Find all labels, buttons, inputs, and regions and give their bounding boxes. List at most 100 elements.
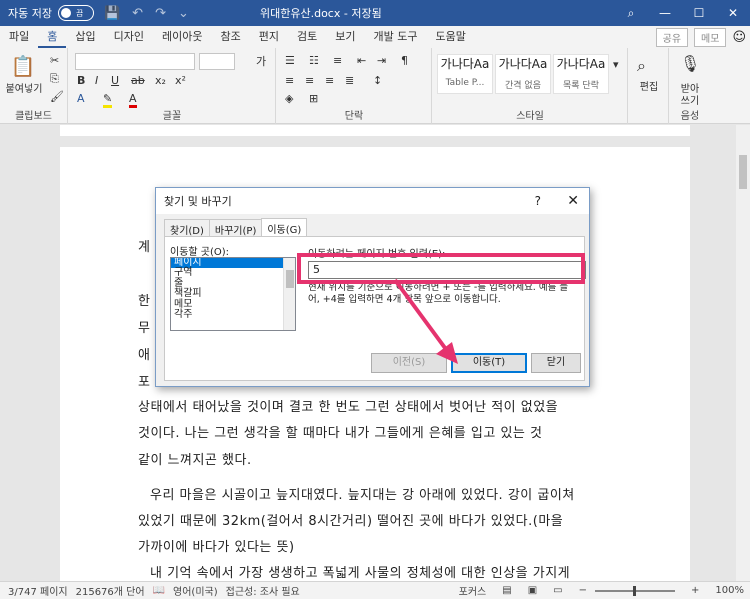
underline-icon[interactable]: U	[111, 74, 119, 87]
font-size-select[interactable]	[199, 53, 235, 70]
increase-indent-icon[interactable]: ⇥	[377, 54, 386, 67]
print-layout-icon[interactable]: ▣	[528, 585, 537, 596]
vertical-scrollbar[interactable]	[736, 125, 750, 581]
paragraph-group: ☰ ☷ ≡ ⇤ ⇥ ¶ ≡ ≡ ≡ ≣ ↕ ◈ ⊞ 단락	[277, 48, 432, 124]
previous-button[interactable]: 이전(S)	[371, 353, 447, 373]
list-item-section[interactable]: 구역	[171, 267, 283, 278]
style-sample: 가나다Aa	[498, 57, 548, 71]
word-count[interactable]: 215676개 단어	[76, 583, 145, 598]
text-effects-icon[interactable]: A	[77, 92, 85, 105]
tab-design[interactable]: 디자인	[105, 26, 153, 48]
clipboard-group: 📋 붙여넣기 ✂ ⎘ 🖌 클립보드	[0, 48, 68, 124]
subscript-icon[interactable]: x₂	[155, 74, 166, 87]
list-item-bookmark[interactable]: 책갈피	[171, 288, 283, 299]
zoom-level[interactable]: 100%	[715, 585, 744, 596]
list-scroll-thumb[interactable]	[286, 270, 294, 288]
search-icon[interactable]: ⌕	[614, 6, 648, 21]
maximize-button[interactable]: ☐	[682, 6, 716, 20]
autosave-toggle[interactable]: 끔	[57, 5, 94, 21]
web-layout-icon[interactable]: ▭	[553, 585, 562, 596]
language[interactable]: 영어(미국)	[173, 583, 218, 598]
font-color-icon[interactable]: A	[129, 92, 137, 108]
list-scrollbar[interactable]	[283, 258, 295, 330]
styles-more-icon[interactable]: ▾	[613, 58, 619, 71]
bullets-icon[interactable]: ☰	[285, 54, 295, 67]
dictate-button-line2[interactable]: 쓰기	[672, 92, 708, 107]
tab-file[interactable]: 파일	[0, 26, 38, 48]
shading-icon[interactable]: ◈	[285, 92, 293, 105]
text-line: 것이다. 나는 그런 생각을 할 때마다 내가 그들에게 은혜를 입고 있는 것	[138, 426, 543, 441]
help-button[interactable]: ?	[535, 194, 541, 208]
copy-icon[interactable]: ⎘	[50, 72, 59, 86]
proofing-icon[interactable]: 📖	[153, 585, 165, 596]
tab-insert[interactable]: 삽입	[66, 26, 104, 48]
tab-home[interactable]: 홈	[38, 26, 67, 48]
highlight-icon[interactable]: ✎	[103, 92, 113, 108]
paste-icon[interactable]: 📋	[6, 54, 40, 78]
italic-icon[interactable]: I	[95, 74, 98, 87]
style-table-paragraph[interactable]: 가나다Aa Table P...	[437, 54, 493, 94]
tab-mailings[interactable]: 편지	[250, 26, 288, 48]
goto-button[interactable]: 이동(T)	[451, 353, 527, 373]
save-icon[interactable]: 💾	[104, 6, 120, 21]
align-center-icon[interactable]: ≡	[305, 74, 314, 87]
tab-help[interactable]: 도움말	[426, 26, 474, 48]
styles-label: 스타일	[516, 111, 544, 122]
style-no-spacing[interactable]: 가나다Aa 간격 없음	[495, 54, 551, 94]
superscript-icon[interactable]: x²	[175, 74, 186, 87]
format-painter-icon[interactable]: 🖌	[50, 90, 64, 103]
microphone-icon[interactable]: 🎙	[680, 54, 700, 73]
editing-button[interactable]: 편집	[631, 78, 667, 93]
accessibility-status[interactable]: 접근성: 조사 필요	[226, 583, 300, 598]
font-group: 가 B I U ab x₂ x² A ✎ A 글꼴	[69, 48, 276, 124]
dropdown-icon[interactable]: ⌄	[178, 6, 189, 21]
tab-developer[interactable]: 개발 도구	[364, 26, 426, 48]
justify-icon[interactable]: ≣	[345, 74, 354, 87]
redo-icon[interactable]: ↷	[155, 6, 166, 21]
strikethrough-icon[interactable]: ab	[131, 74, 145, 87]
page-count[interactable]: 3/747 페이지	[8, 583, 68, 598]
tab-review[interactable]: 검토	[288, 26, 326, 48]
voice-group: 🎙 받아 쓰기 음성	[670, 48, 710, 124]
undo-icon[interactable]: ↶	[132, 6, 143, 21]
align-left-icon[interactable]: ≡	[285, 74, 294, 87]
text-line: 내 기억 속에서 가장 생생하고 폭넓게 사물의 정체성에 대한 인상을 가지게	[150, 566, 571, 581]
line-spacing-icon[interactable]: ↕	[373, 74, 382, 87]
numbering-icon[interactable]: ☷	[309, 54, 319, 67]
cut-icon[interactable]: ✂	[50, 54, 59, 67]
tab-layout[interactable]: 레이아웃	[153, 26, 211, 48]
close-window-button[interactable]: ✕	[716, 6, 750, 20]
zoom-slider[interactable]	[595, 585, 676, 596]
grow-font-button[interactable]: 가	[256, 53, 266, 69]
find-icon[interactable]: ⌕	[637, 56, 646, 76]
borders-icon[interactable]: ⊞	[309, 92, 318, 105]
goto-hint: 현재 위치를 기준으로 이동하려면 + 또는 -를 입력하세요. 예를 들어, …	[308, 282, 569, 305]
align-right-icon[interactable]: ≡	[325, 74, 334, 87]
pilcrow-icon[interactable]: ¶	[401, 54, 408, 67]
multilevel-icon[interactable]: ≡	[333, 54, 342, 67]
read-mode-icon[interactable]: ▤	[502, 585, 511, 596]
feedback-icon[interactable]: ☺	[732, 30, 746, 45]
zoom-out-icon[interactable]: −	[579, 585, 587, 596]
share-button[interactable]: 공유	[655, 27, 689, 47]
zoom-in-icon[interactable]: +	[691, 585, 699, 596]
list-item-footnote[interactable]: 각주	[171, 309, 283, 320]
dialog-title: 찾기 및 바꾸기	[164, 195, 232, 208]
clipboard-label: 클립보드	[15, 111, 52, 122]
find-replace-dialog: 찾기 및 바꾸기 ? ✕ 찾기(D) 바꾸기(P) 이동(G) 이동할 곳(O)…	[155, 187, 590, 387]
bold-icon[interactable]: B	[77, 74, 85, 87]
dialog-close-button[interactable]: ✕	[567, 193, 579, 209]
goto-what-list[interactable]: 페이지 구역 줄 책갈피 메모 각주	[170, 257, 296, 331]
memo-button[interactable]: 메모	[694, 27, 727, 47]
decrease-indent-icon[interactable]: ⇤	[357, 54, 366, 67]
paste-button[interactable]: 붙여넣기	[2, 80, 46, 95]
close-button[interactable]: 닫기	[531, 353, 581, 373]
style-sample: 가나다Aa	[556, 57, 606, 71]
scroll-thumb[interactable]	[739, 155, 747, 189]
style-list-paragraph[interactable]: 가나다Aa 목록 단락	[553, 54, 609, 94]
tab-references[interactable]: 참조	[211, 26, 249, 48]
font-name-select[interactable]	[75, 53, 195, 70]
focus-button[interactable]: 포커스	[459, 583, 487, 598]
minimize-button[interactable]: —	[648, 6, 682, 20]
tab-view[interactable]: 보기	[326, 26, 364, 48]
